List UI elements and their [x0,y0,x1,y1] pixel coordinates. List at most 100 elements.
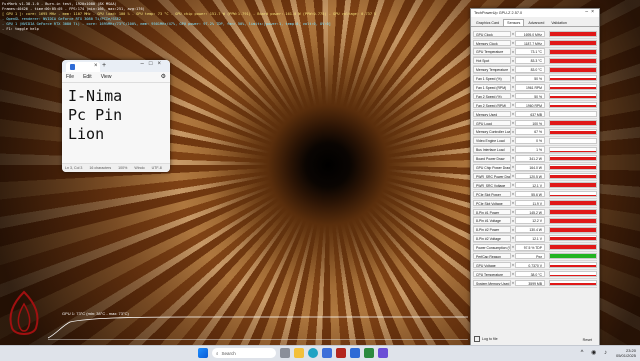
sensor-graph [549,138,597,144]
notepad-window[interactable]: × + –□× File Edit View ⚙ I-Nima Pc Pin L… [62,60,170,172]
sensor-row: PCIe Slot Voltage▾11.9 V [473,199,597,208]
sensor-label[interactable]: System Memory Used [473,280,511,287]
status-position: Ln 3, Col 3 [65,166,82,170]
notepad-text-area[interactable]: I-Nima Pc Pin Lion [62,83,170,163]
sensor-label[interactable]: PWR_SRC Voltage [473,182,511,189]
sensor-row: Memory Clock▾1187.7 MHz [473,39,597,48]
store-icon[interactable] [322,348,332,358]
sensor-label[interactable]: Video Engine Load [473,137,511,144]
sensor-row: 8-Pin #1 Power▾145.2 W [473,208,597,217]
notepad-taskbar-icon[interactable] [350,348,360,358]
sensor-value: 0 % [515,137,545,144]
log-checkbox[interactable] [474,336,480,342]
sensor-label[interactable]: GPU Temperature [473,48,511,55]
notepad-status-bar: Ln 3, Col 3 16 characters 100% Windo UTF… [62,163,170,172]
sensor-graph [549,67,597,73]
sensor-graph [549,173,597,179]
menu-edit[interactable]: Edit [83,74,92,80]
tab-advanced[interactable]: Advanced [525,20,547,26]
gpuz-tabs: Graphics Card Sensors Advanced Validatio… [471,17,599,27]
sensor-value: 55.6 W [515,191,545,198]
sensor-row: Board Power Draw▾341.2 W [473,154,597,163]
status-encoding: UTF-8 [152,166,162,170]
window-controls-icon[interactable]: –□× [141,61,166,67]
sensor-label[interactable]: PerfCap Reason [473,253,511,260]
sensor-label[interactable]: GPU Load [473,120,511,127]
sensor-value: 3599 MB [515,280,545,287]
search-box[interactable]: ⌕Search [212,348,276,358]
sensor-value: 1695.0 MHz [515,31,545,38]
sensor-label[interactable]: Memory Used [473,111,511,118]
reset-button[interactable]: Reset [583,338,592,342]
sensor-graph-fill [550,41,596,45]
menu-file[interactable]: File [66,74,74,80]
sensor-label[interactable]: Memory Controller Load [473,128,511,135]
system-tray-icons[interactable]: ^ ◉ ♪ [581,349,610,356]
sensor-label[interactable]: GPU Chip Power Draw [473,164,511,171]
sensor-graph-fill [550,245,596,249]
sensor-label[interactable]: PCIe Slot Voltage [473,200,511,207]
gpuz-footer: Log to file Reset [474,336,596,342]
gpuz-taskbar-icon[interactable] [364,348,374,358]
sensor-row: 8-Pin #1 Voltage▾12.2 V [473,217,597,226]
gear-icon[interactable]: ⚙ [161,73,166,80]
sensor-label[interactable]: GPU Voltage [473,262,511,269]
sensor-graph [549,218,597,224]
sensor-row: Fan 1 Speed (RPM)▾1961 RPM [473,83,597,92]
sensor-row: GPU Voltage▾0.7370 V [473,261,597,270]
sensor-row: PWR_SRC Power Draw▾120.5 W [473,172,597,181]
sensor-label[interactable]: Bus Interface Load [473,146,511,153]
sensor-graph-fill [550,195,596,196]
clock[interactable]: 23:20 05/01/2025 [616,348,636,358]
sensor-value: 50 % [515,93,545,100]
sensor-graph [549,200,597,206]
sensor-label[interactable]: PCIe Slot Power [473,191,511,198]
edge-icon[interactable] [308,348,318,358]
sensor-label[interactable]: Board Power Draw [473,155,511,162]
sensor-label[interactable]: 8-Pin #1 Power [473,209,511,216]
sensor-label[interactable]: 8-Pin #1 Voltage [473,217,511,224]
sensor-label[interactable]: PWR_SRC Power Draw [473,173,511,180]
sensor-value: 83.3 °C [515,57,545,64]
start-icon[interactable] [198,348,208,358]
sensor-label[interactable]: GPU Clock [473,31,511,38]
furmark-taskbar-icon[interactable] [336,348,346,358]
sensor-label[interactable]: Memory Clock [473,40,511,47]
sensor-label[interactable]: Memory Temperature [473,66,511,73]
sensor-label[interactable]: Fan 2 Speed (RPM) [473,102,511,109]
sensor-label[interactable]: Fan 2 Speed (%) [473,93,511,100]
furmark-logo-icon [4,290,44,340]
text-line: Pc Pin [68,106,164,125]
sensor-row: GPU Temperature▾73.1 °C [473,48,597,57]
sensor-row: System Memory Used▾3599 MB [473,279,597,288]
sensor-row: Fan 2 Speed (RPM)▾1960 RPM [473,101,597,110]
sensor-label[interactable]: CPU Temperature [473,271,511,278]
sensor-label[interactable]: Fan 1 Speed (RPM) [473,84,511,91]
new-tab-icon[interactable]: + [102,62,106,69]
close-tab-icon[interactable]: × [94,63,98,69]
notepad-tab[interactable]: × [66,62,100,72]
sensor-value: 73.1 °C [515,48,545,55]
menu-view[interactable]: View [101,74,112,80]
window-controls-icon[interactable]: –× [585,9,597,15]
app-taskbar-icon[interactable] [378,348,388,358]
sensor-label[interactable]: Hot Spot [473,57,511,64]
sensor-label[interactable]: 8-Pin #2 Power [473,226,511,233]
sensor-graph [549,40,597,46]
tab-validation[interactable]: Validation [548,20,570,26]
sensor-value: 1187.7 MHz [515,40,545,47]
sensor-label[interactable]: Fan 1 Speed (%) [473,75,511,82]
tab-graphics-card[interactable]: Graphics Card [473,20,502,26]
sensor-graph [549,75,597,81]
sensor-label[interactable]: Power Consumption (%) [473,244,511,251]
file-explorer-icon[interactable] [294,348,304,358]
tab-sensors[interactable]: Sensors [503,19,524,26]
sensor-label[interactable]: 8-Pin #2 Voltage [473,235,511,242]
sensor-graph-fill [550,175,596,178]
sensor-value: 12.1 V [515,182,545,189]
sensor-graph-fill [550,237,596,241]
gpuz-window[interactable]: TechPowerUp GPU-Z 2.57.0 –× Graphics Car… [470,8,600,346]
task-view-icon[interactable] [280,348,290,358]
sensor-value: 1960 RPM [515,102,545,109]
sensor-graph-fill [550,131,596,134]
